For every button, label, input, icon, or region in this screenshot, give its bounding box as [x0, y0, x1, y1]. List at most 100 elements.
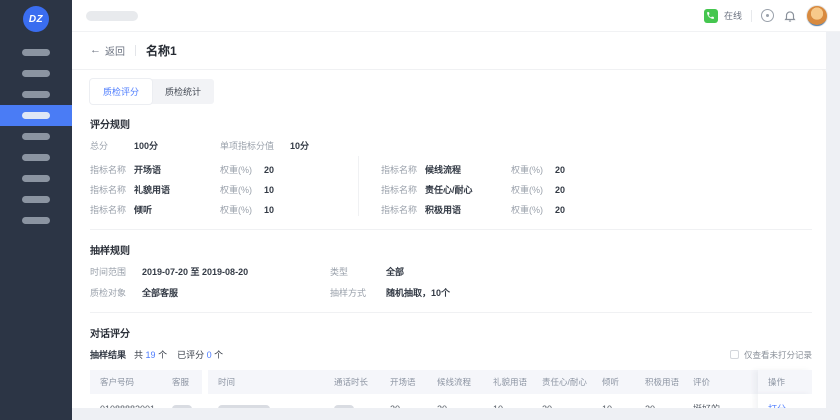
score-cell: 10 — [483, 394, 532, 408]
indicator-column-right: 指标名称 候线流程 权重(%) 20 指标名称 责任心/耐心 权重(%) 20 … — [358, 156, 658, 216]
sidebar-item-active[interactable] — [0, 105, 72, 126]
indicator-name: 开场语 — [134, 163, 220, 176]
menu-placeholder — [22, 112, 50, 119]
method-label: 抽样方式 — [330, 286, 386, 299]
col-header: 时间 — [208, 370, 324, 394]
sidebar-item-8[interactable] — [0, 189, 72, 210]
tab-quality-statistics[interactable]: 质检统计 — [152, 79, 214, 104]
agent-placeholder — [172, 405, 192, 409]
total-prefix: 共 — [134, 348, 143, 361]
divider — [751, 10, 752, 22]
dialog-scoring-section: 对话评分 抽样结果 共 19 个 已评分 0 个 仅查看未打分记录 客户号码 — [90, 325, 812, 408]
indicator-name: 积极用语 — [425, 203, 511, 216]
back-label: 返回 — [105, 43, 125, 58]
breadcrumb: ← 返回 名称1 — [90, 32, 812, 69]
duration-cell — [324, 394, 380, 408]
tab-quality-scoring[interactable]: 质检评分 — [90, 79, 152, 104]
action-cell: 打分 — [758, 394, 812, 408]
scored-label: 已评分 — [177, 348, 204, 361]
total-score-label: 总分 — [90, 139, 134, 152]
score-cell: 10 — [592, 394, 635, 408]
weight-label: 权重(%) — [220, 203, 264, 216]
sidebar-item-3[interactable] — [0, 84, 72, 105]
divider — [135, 45, 136, 56]
user-avatar[interactable] — [806, 5, 828, 27]
section-title: 评分规则 — [90, 116, 812, 131]
sidebar: DZ — [0, 0, 72, 420]
menu-placeholder — [22, 175, 50, 182]
filter-unscored-toggle[interactable]: 仅查看未打分记录 — [730, 349, 812, 361]
table-header-row: 客户号码 客服 时间 通话时长 开场语 候线流程 礼貌用语 责任心/耐心 倾听 … — [90, 370, 812, 394]
agent-cell — [162, 394, 202, 408]
phone-status-icon[interactable] — [704, 9, 718, 23]
indicator-name-label: 指标名称 — [381, 163, 425, 176]
online-status-label: 在线 — [724, 9, 742, 22]
sidebar-item-5[interactable] — [0, 126, 72, 147]
menu-placeholder — [22, 70, 50, 77]
weight-label: 权重(%) — [220, 183, 264, 196]
weight-value: 20 — [264, 165, 274, 175]
notifications-bell-icon[interactable] — [783, 9, 797, 23]
score-button[interactable]: 打分 — [768, 402, 786, 408]
divider — [90, 312, 812, 313]
menu-placeholder — [22, 133, 50, 140]
col-header: 评价 — [683, 370, 758, 394]
col-header: 通话时长 — [324, 370, 380, 394]
weight-value: 10 — [264, 205, 274, 215]
time-cell — [208, 394, 324, 408]
menu-placeholder — [22, 154, 50, 161]
help-icon[interactable] — [761, 9, 774, 22]
scored-count: 0 — [207, 350, 212, 360]
sidebar-item-2[interactable] — [0, 63, 72, 84]
score-cell: 20 — [427, 394, 483, 408]
menu-placeholder — [22, 91, 50, 98]
total-count: 19 — [146, 350, 156, 360]
sidebar-item-9[interactable] — [0, 210, 72, 231]
weight-value: 10 — [264, 185, 274, 195]
target-value: 全部客服 — [142, 286, 330, 299]
back-button[interactable]: ← 返回 — [90, 43, 125, 58]
indicator-name-label: 指标名称 — [90, 183, 134, 196]
comment-cell: 挺好的 — [683, 394, 758, 408]
section-title: 对话评分 — [90, 325, 812, 340]
page-title: 名称1 — [146, 42, 177, 59]
indicator-name: 礼貌用语 — [134, 183, 220, 196]
topbar: 在线 — [72, 0, 840, 32]
sidebar-item-7[interactable] — [0, 168, 72, 189]
app-logo[interactable]: DZ — [23, 6, 49, 32]
checkbox-icon[interactable] — [730, 350, 739, 359]
sidebar-nav — [0, 42, 72, 231]
indicator-name-label: 指标名称 — [90, 163, 134, 176]
table-row: 01088882001 20 20 10 20 10 20 挺好的 打分 — [90, 394, 812, 408]
indicator-column-left: 指标名称 开场语 权重(%) 20 指标名称 礼貌用语 权重(%) 10 指标名… — [90, 156, 358, 216]
filter-label: 仅查看未打分记录 — [744, 349, 812, 361]
col-header: 客服 — [162, 370, 202, 394]
per-item-value: 10分 — [290, 139, 309, 152]
weight-value: 20 — [555, 205, 565, 215]
weight-label: 权重(%) — [220, 163, 264, 176]
col-header: 礼貌用语 — [483, 370, 532, 394]
col-header: 候线流程 — [427, 370, 483, 394]
menu-placeholder — [22, 217, 50, 224]
sidebar-item-6[interactable] — [0, 147, 72, 168]
target-label: 质检对象 — [90, 286, 142, 299]
type-label: 类型 — [330, 265, 386, 278]
scoring-rules-section: 评分规则 总分 100分 单项指标分值 10分 指标名称 开场语 权重(%) 2… — [90, 116, 812, 216]
divider — [90, 229, 812, 230]
indicator-name-label: 指标名称 — [381, 183, 425, 196]
indicator-name: 倾听 — [134, 203, 220, 216]
score-cell: 20 — [635, 394, 683, 408]
total-unit: 个 — [158, 348, 167, 361]
section-title: 抽样规则 — [90, 242, 812, 257]
weight-value: 20 — [555, 165, 565, 175]
sidebar-item-1[interactable] — [0, 42, 72, 63]
col-header-action: 操作 — [758, 370, 812, 394]
scored-unit: 个 — [214, 348, 223, 361]
time-range-value: 2019-07-20 至 2019-08-20 — [142, 265, 330, 278]
scoring-table: 客户号码 客服 时间 通话时长 开场语 候线流程 礼貌用语 责任心/耐心 倾听 … — [90, 370, 812, 408]
sampling-rules-section: 抽样规则 时间范围 2019-07-20 至 2019-08-20 类型 全部 … — [90, 242, 812, 299]
weight-label: 权重(%) — [511, 203, 555, 216]
indicator-name-label: 指标名称 — [381, 203, 425, 216]
indicator-name-label: 指标名称 — [90, 203, 134, 216]
col-header: 责任心/耐心 — [532, 370, 592, 394]
